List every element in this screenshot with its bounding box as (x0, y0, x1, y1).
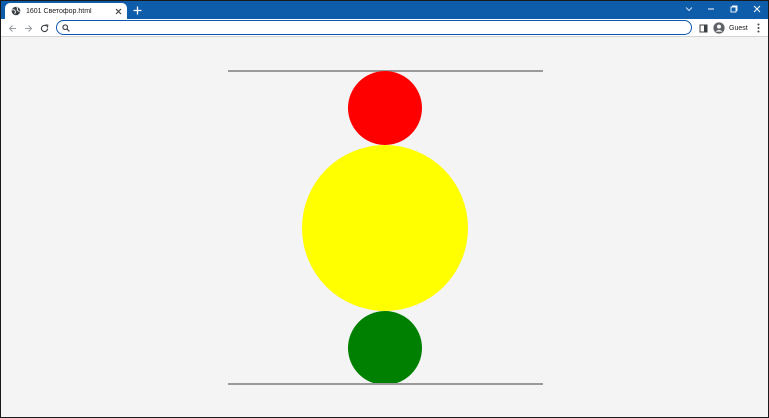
close-window-button[interactable] (750, 3, 764, 15)
page-viewport (1, 38, 768, 417)
side-panel-icon (699, 24, 707, 32)
avatar-icon (713, 22, 725, 34)
yellow-light (302, 145, 468, 311)
close-icon[interactable] (114, 7, 123, 16)
forward-button[interactable] (22, 22, 34, 34)
search-icon (62, 23, 70, 32)
arrow-left-icon (8, 24, 16, 32)
new-tab-button[interactable] (131, 4, 143, 16)
tab-search-button[interactable] (682, 3, 696, 15)
profile-button[interactable]: Guest (713, 21, 748, 35)
chevron-down-icon (685, 7, 693, 12)
minimize-icon (708, 8, 714, 10)
red-light (348, 71, 422, 145)
tab-title: 1601 Светофор.html (26, 7, 92, 15)
green-light (348, 311, 422, 385)
close-icon (753, 5, 761, 13)
back-button[interactable] (6, 22, 18, 34)
globe-icon (11, 6, 21, 16)
more-vertical-icon (757, 23, 759, 33)
profile-label: Guest (729, 24, 748, 32)
reload-icon (40, 23, 48, 32)
arrow-right-icon (24, 24, 32, 32)
browser-toolbar: Guest (1, 19, 768, 37)
minimize-button[interactable] (704, 3, 718, 15)
bottom-rule (228, 383, 543, 385)
tab-strip: 1601 Светофор.html (1, 1, 768, 19)
menu-button[interactable] (753, 22, 763, 34)
browser-window: 1601 Светофор.html Guest (0, 0, 769, 418)
address-bar[interactable] (56, 20, 692, 35)
side-panel-button[interactable] (697, 22, 709, 34)
restore-button[interactable] (727, 3, 741, 15)
reload-button[interactable] (38, 22, 50, 34)
restore-icon (730, 5, 738, 13)
tab-active[interactable]: 1601 Светофор.html (5, 3, 127, 19)
address-input[interactable] (74, 23, 691, 32)
plus-icon (133, 6, 141, 14)
